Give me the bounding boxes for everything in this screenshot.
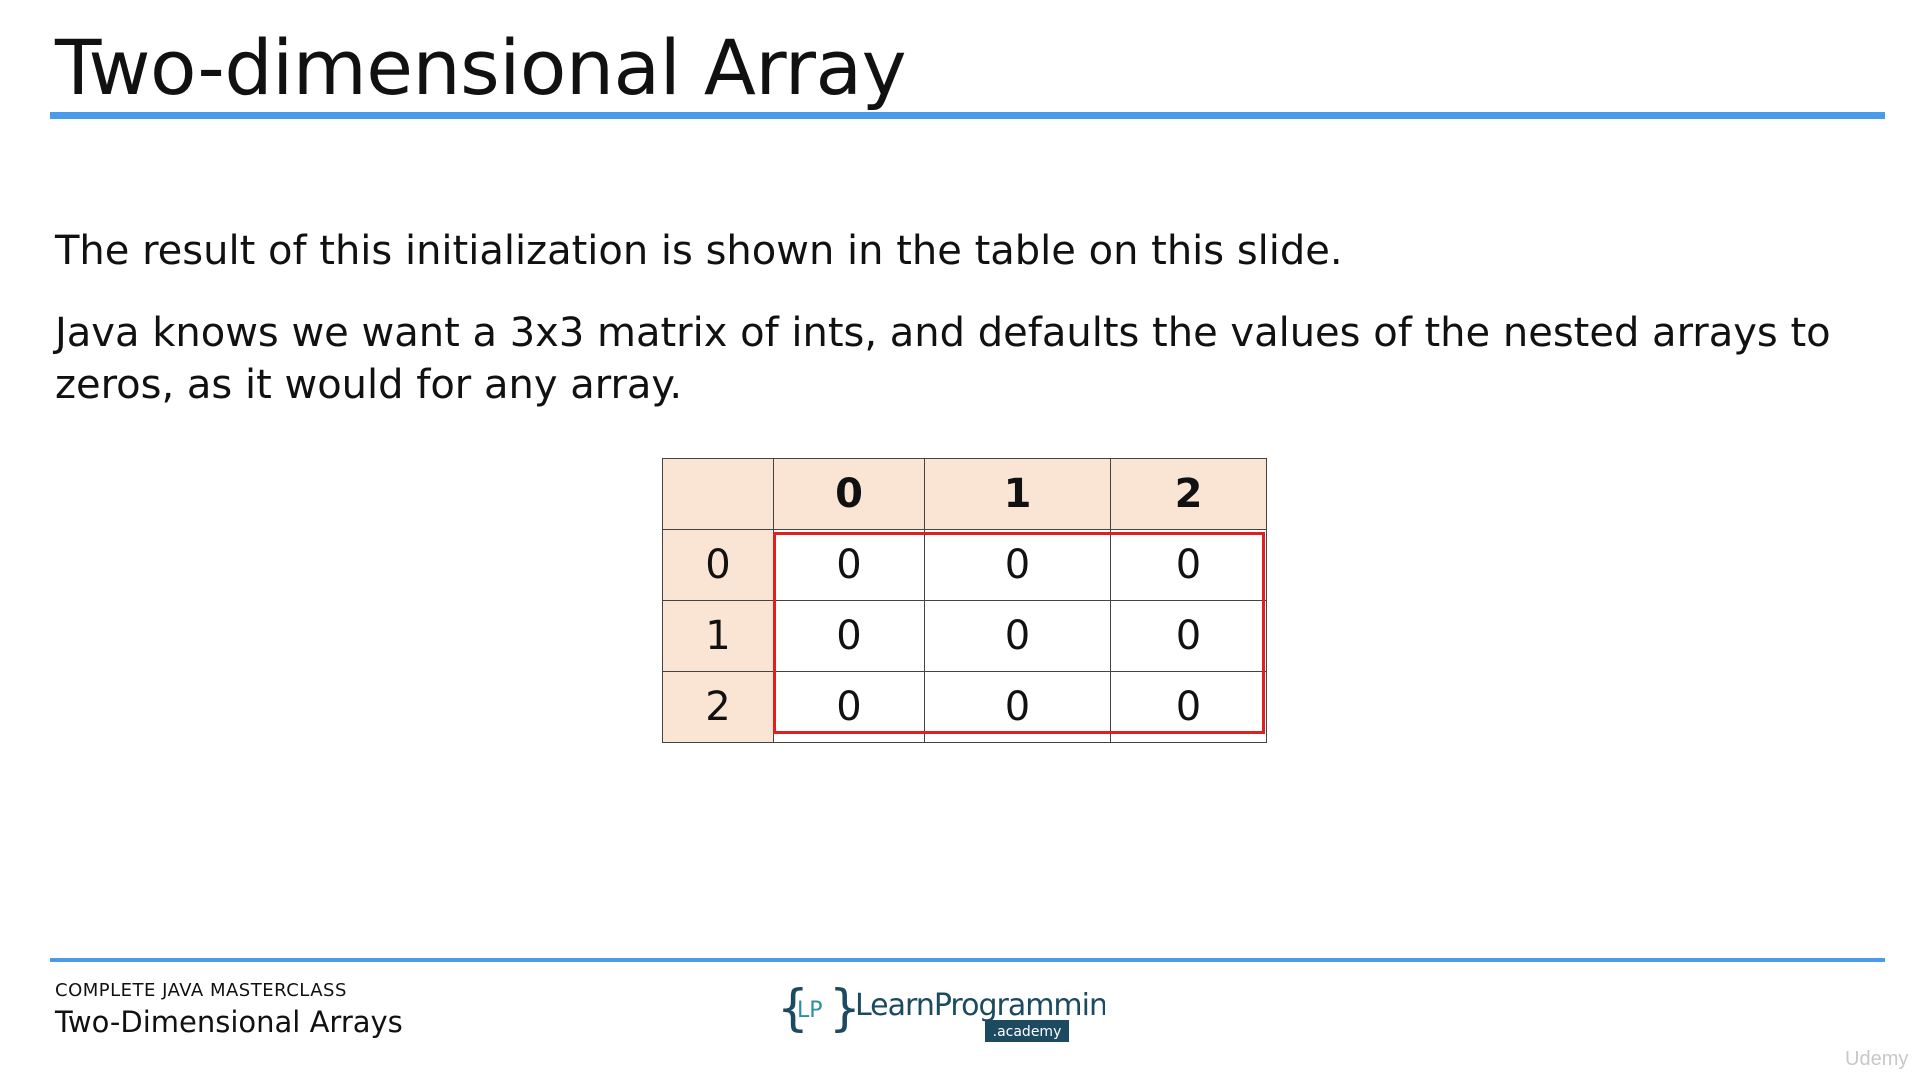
paragraph-result: The result of this initialization is sho… <box>55 228 1343 274</box>
matrix-table: 0 1 2 0 0 0 0 1 0 0 0 2 0 0 0 <box>662 458 1267 743</box>
paragraph-defaults: Java knows we want a 3x3 matrix of ints,… <box>55 310 1831 408</box>
matrix-cell: 0 <box>773 671 925 743</box>
logo-brand-name: LearnProgramming <box>855 988 1105 1023</box>
matrix-corner-cell <box>662 458 774 530</box>
logo-lp-mark: LP <box>797 998 823 1023</box>
column-header: 2 <box>1110 458 1267 530</box>
matrix-cell: 0 <box>924 671 1111 743</box>
matrix-cell: 0 <box>924 600 1111 672</box>
column-header: 1 <box>924 458 1111 530</box>
matrix-cell: 0 <box>773 529 925 601</box>
footer-lecture-title: Two-Dimensional Arrays <box>55 1005 403 1039</box>
row-header: 1 <box>662 600 774 672</box>
matrix-cell: 0 <box>773 600 925 672</box>
matrix-cell: 0 <box>1110 600 1267 672</box>
slide-body: The result of this initialization is sho… <box>55 225 1875 441</box>
matrix-header-row: 0 1 2 <box>662 458 1267 530</box>
row-header: 2 <box>662 671 774 743</box>
matrix-cell: 0 <box>1110 529 1267 601</box>
udemy-watermark: Udemy <box>1845 1048 1909 1070</box>
footer-divider <box>50 958 1885 962</box>
slide-title: Two-dimensional Array <box>55 23 907 112</box>
matrix-row: 0 0 0 0 <box>662 529 1267 601</box>
logo-academy-text: .academy <box>993 1024 1062 1040</box>
column-header: 0 <box>773 458 925 530</box>
matrix-row: 2 0 0 0 <box>662 671 1267 743</box>
row-header: 0 <box>662 529 774 601</box>
slide: Two-dimensional Array The result of this… <box>0 0 1920 1080</box>
footer-course-name: COMPLETE JAVA MASTERCLASS <box>55 980 347 1001</box>
title-divider <box>50 112 1885 119</box>
matrix-cell: 0 <box>924 529 1111 601</box>
learnprogramming-logo: { LP } LearnProgramming .academy <box>777 979 1105 1042</box>
matrix-cell: 0 <box>1110 671 1267 743</box>
matrix-row: 1 0 0 0 <box>662 600 1267 672</box>
